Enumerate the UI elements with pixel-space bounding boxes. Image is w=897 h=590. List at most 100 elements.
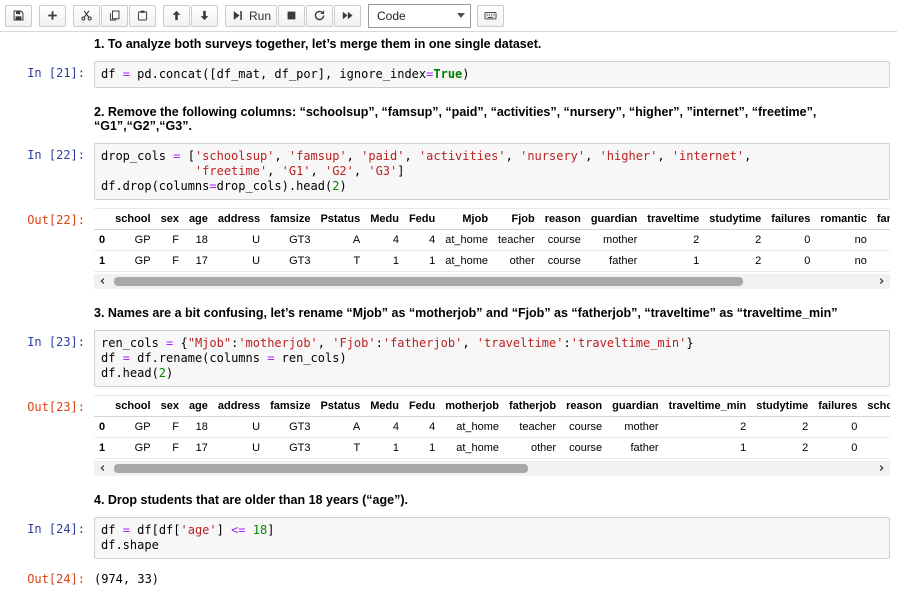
scroll-left-arrow[interactable]: ‹: [94, 461, 111, 476]
row-index: 1: [94, 251, 110, 272]
column-header: Medu: [365, 209, 404, 230]
output-area: schoolsexageaddressfamsizePstatusMeduFed…: [94, 208, 890, 289]
markdown-text: 4. Drop students that are older than 18 …: [94, 490, 408, 507]
table-cell: 2: [751, 417, 813, 438]
code-cell[interactable]: In [24]:df = df[df['age'] <= 18] df.shap…: [0, 517, 897, 559]
code-cell[interactable]: In [23]:ren_cols = {"Mjob":'motherjob', …: [0, 330, 897, 387]
restart-kernel-button[interactable]: [306, 5, 333, 27]
move-cells-down-button[interactable]: [191, 5, 218, 27]
code-input[interactable]: ren_cols = {"Mjob":'motherjob', 'Fjob':'…: [94, 330, 890, 387]
column-header: studytime: [704, 209, 766, 230]
scroll-left-arrow[interactable]: ‹: [94, 274, 111, 289]
cut-cells-button[interactable]: [73, 5, 100, 27]
toolbar-button-group: Run: [225, 5, 362, 27]
table-cell: at_home: [440, 251, 493, 272]
code-cell[interactable]: In [21]:df = pd.concat([df_mat, df_por],…: [0, 61, 897, 88]
cell-prompt: [0, 490, 94, 495]
table-cell: U: [213, 251, 265, 272]
cell-type-value: Code: [377, 9, 406, 23]
input-prompt: In [21]:: [0, 61, 94, 80]
column-header: Fjob: [493, 209, 540, 230]
input-prompt: In [22]:: [0, 143, 94, 162]
table-cell: teacher: [493, 230, 540, 251]
column-header: Pstatus: [315, 396, 365, 417]
markdown-cell[interactable]: 1. To analyze both surveys together, let…: [0, 34, 897, 51]
code-cell[interactable]: In [22]:drop_cols = ['schoolsup', 'famsu…: [0, 143, 897, 200]
interrupt-kernel-button[interactable]: [278, 5, 305, 27]
column-header: address: [213, 209, 265, 230]
table-cell: GT3: [265, 438, 315, 459]
restart-run-all-button[interactable]: [334, 5, 361, 27]
column-header: guardian: [586, 209, 642, 230]
dataframe-scroll-region[interactable]: schoolsexageaddressfamsizePstatusMeduFed…: [94, 395, 890, 459]
column-header: guardian: [607, 396, 663, 417]
table-cell: 0: [766, 230, 815, 251]
table-cell: at_home: [440, 230, 493, 251]
table-cell: 18: [184, 230, 213, 251]
table-cell: 17: [184, 438, 213, 459]
table-cell: course: [540, 251, 586, 272]
scrollbar-thumb[interactable]: [114, 277, 743, 286]
column-header: Medu: [365, 396, 404, 417]
table-cell: A: [315, 230, 365, 251]
paste-cells-button[interactable]: [129, 5, 156, 27]
code-text: df = df[df['age'] <= 18] df.shape: [101, 523, 883, 553]
scroll-right-arrow[interactable]: ›: [873, 274, 890, 289]
table-header-row: schoolsexageaddressfamsizePstatusMeduFed…: [94, 209, 890, 230]
move-cells-up-button[interactable]: [163, 5, 190, 27]
markdown-cell[interactable]: 4. Drop students that are older than 18 …: [0, 490, 897, 507]
table-cell: T: [315, 438, 365, 459]
table-cell: other: [493, 251, 540, 272]
table-cell: 5: [872, 251, 890, 272]
table-cell: F: [156, 438, 184, 459]
toolbar-button-group: [73, 5, 157, 27]
table-cell: no: [815, 251, 871, 272]
markdown-cell[interactable]: 2. Remove the following columns: “school…: [0, 102, 897, 133]
plus-icon: [46, 9, 59, 22]
column-header: famsize: [265, 396, 315, 417]
open-command-palette-button[interactable]: [477, 5, 504, 27]
column-header: [94, 396, 110, 417]
scroll-right-arrow[interactable]: ›: [873, 461, 890, 476]
column-header: school: [110, 209, 155, 230]
paste-icon: [136, 9, 149, 22]
run-button[interactable]: Run: [225, 5, 277, 27]
table-cell: 1: [404, 438, 440, 459]
code-input[interactable]: df = df[df['age'] <= 18] df.shape: [94, 517, 890, 559]
output-prompt: Out[23]:: [0, 395, 94, 414]
column-header: failures: [813, 396, 862, 417]
table-row: 1GPF17UGT3T11at_homeothercoursefather120…: [94, 251, 890, 272]
row-index: 0: [94, 230, 110, 251]
column-header: traveltime_min: [664, 396, 752, 417]
table-cell: 4: [365, 417, 404, 438]
output-area: schoolsexageaddressfamsizePstatusMeduFed…: [94, 395, 890, 476]
save-icon: [12, 9, 25, 22]
table-cell: GT3: [265, 230, 315, 251]
copy-cells-button[interactable]: [101, 5, 128, 27]
output-cell: Out[23]:schoolsexageaddressfamsizePstatu…: [0, 395, 897, 476]
horizontal-scrollbar[interactable]: ‹›: [94, 461, 890, 476]
scrollbar-thumb[interactable]: [114, 464, 528, 473]
insert-cell-below-button[interactable]: [39, 5, 66, 27]
horizontal-scrollbar[interactable]: ‹›: [94, 274, 890, 289]
table-cell: no: [815, 230, 871, 251]
column-header: Pstatus: [315, 209, 365, 230]
markdown-cell[interactable]: 3. Names are a bit confusing, let’s rena…: [0, 303, 897, 320]
toolbar-button-group: [477, 5, 505, 27]
save-button[interactable]: [5, 5, 32, 27]
column-header: age: [184, 396, 213, 417]
table-cell: 2: [704, 230, 766, 251]
table-cell: 0: [813, 417, 862, 438]
table-cell: course: [540, 230, 586, 251]
code-input[interactable]: drop_cols = ['schoolsup', 'famsup', 'pai…: [94, 143, 890, 200]
column-header: Mjob: [440, 209, 493, 230]
output-area: (974, 33): [94, 567, 890, 586]
dataframe-scroll-region[interactable]: schoolsexageaddressfamsizePstatusMeduFed…: [94, 208, 890, 272]
table-header-row: schoolsexageaddressfamsizePstatusMeduFed…: [94, 396, 890, 417]
column-header: schoolsup: [862, 396, 890, 417]
fast-forward-icon: [341, 9, 354, 22]
table-cell: at_home: [440, 417, 504, 438]
table-cell: 1: [365, 251, 404, 272]
cell-type-select[interactable]: Code: [368, 4, 471, 28]
code-input[interactable]: df = pd.concat([df_mat, df_por], ignore_…: [94, 61, 890, 88]
